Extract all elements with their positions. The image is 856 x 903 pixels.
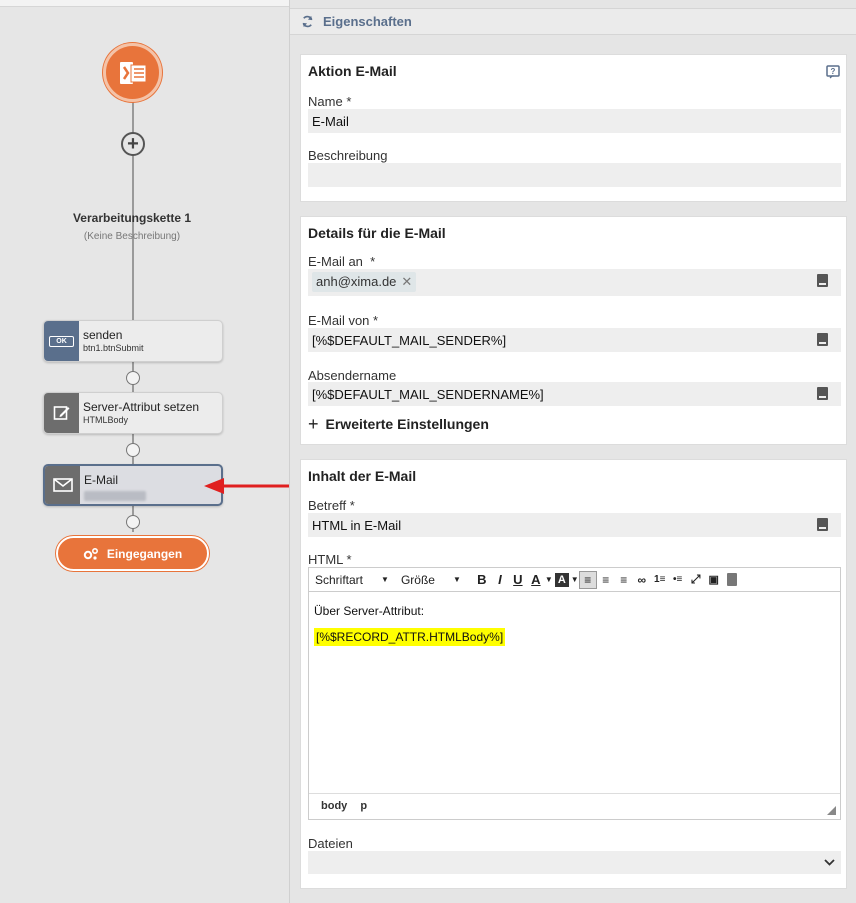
align-center-icon[interactable]: ≡ (597, 571, 615, 589)
font-size-select[interactable]: Größe ▼ (401, 573, 461, 587)
font-family-select[interactable]: Schriftart ▼ (315, 573, 389, 587)
node-connector-dot[interactable] (126, 371, 140, 385)
text-color-icon[interactable]: A (527, 571, 545, 589)
details-card: Details für die E-Mail E-Mail an * anh@x… (300, 216, 847, 445)
mail-icon (45, 466, 80, 504)
html-label: HTML * (308, 552, 352, 567)
files-select[interactable] (308, 851, 841, 874)
resize-handle-icon[interactable] (827, 806, 836, 815)
gears-icon (83, 547, 98, 560)
email-to-input[interactable]: anh@xima.de ✕ (308, 269, 841, 296)
variable-book-icon[interactable] (723, 571, 741, 589)
eingegangen-button[interactable]: Eingegangen (56, 536, 209, 571)
variable-book-icon[interactable] (817, 333, 828, 346)
path-p[interactable]: p (360, 800, 367, 812)
properties-panel: Eigenschaften Aktion E-Mail ? Name * E-M… (289, 0, 856, 903)
variable-book-icon[interactable] (817, 518, 828, 531)
email-from-input[interactable]: [%$DEFAULT_MAIL_SENDER%] (308, 328, 841, 352)
recipient-chip: anh@xima.de ✕ (312, 272, 417, 292)
panel-title: Eigenschaften (323, 14, 412, 29)
editor-statusbar: body p (309, 793, 840, 819)
subject-label: Betreff * (308, 498, 355, 513)
background-color-dropdown[interactable]: ▼ (571, 575, 579, 584)
plus-icon: + (308, 414, 319, 434)
flow-node-email[interactable]: E-Mail (43, 464, 223, 506)
node-sublabel-blurred (84, 491, 146, 501)
highlighted-variable: [%$RECORD_ATTR.HTMLBody%] (314, 628, 506, 646)
card-heading: Inhalt der E-Mail (308, 468, 417, 484)
node-connector-dot[interactable] (126, 443, 140, 457)
add-step-plus-icon[interactable]: + (121, 132, 145, 156)
variable-book-icon[interactable] (817, 274, 828, 287)
bold-icon[interactable]: B (473, 571, 491, 589)
source-code-icon[interactable]: ▣ (705, 571, 723, 589)
background-color-icon[interactable]: A (554, 572, 569, 587)
flow-panel: + Verarbeitungskette 1 (Keine Beschreibu… (0, 0, 290, 903)
annotation-arrow (204, 478, 290, 494)
html-editor: Schriftart ▼ Größe ▼ B I U A ▼ A ▼ ≡ ≡ ≡ ∞… (308, 567, 841, 820)
email-to-label: E-Mail an * (308, 254, 376, 269)
panel-header: Eigenschaften (290, 8, 856, 35)
node-label: E-Mail (84, 473, 119, 487)
node-label: Server-Attribut setzen (83, 400, 200, 414)
description-input[interactable] (308, 163, 841, 187)
refresh-icon[interactable] (301, 15, 314, 28)
description-label: Beschreibung (308, 148, 388, 163)
editor-content[interactable]: Über Server-Attribut: [%$RECORD_ATTR.HTM… (309, 592, 840, 668)
text-color-dropdown[interactable]: ▼ (545, 575, 553, 584)
card-heading: Details für die E-Mail (308, 225, 446, 241)
flow-node-senden[interactable]: OK senden btn1.btnSubmit (43, 320, 223, 362)
ok-button-icon: OK (44, 321, 79, 361)
advanced-settings-toggle[interactable]: + Erweiterte Einstellungen (308, 415, 489, 433)
edit-icon (44, 393, 79, 433)
path-body[interactable]: body (321, 800, 347, 812)
chain-description: (Keine Beschreibung) (83, 231, 181, 242)
variable-book-icon[interactable] (817, 387, 828, 400)
form-logo-icon[interactable] (103, 43, 162, 102)
email-from-label: E-Mail von * (308, 313, 379, 328)
align-left-icon[interactable]: ≡ (578, 570, 597, 589)
help-icon[interactable]: ? (826, 65, 840, 79)
underline-icon[interactable]: U (509, 571, 527, 589)
node-label: senden (83, 328, 123, 342)
numbered-list-icon[interactable]: 1≡ (651, 571, 669, 589)
italic-icon[interactable]: I (491, 571, 509, 589)
files-label: Dateien (308, 836, 353, 851)
svg-text:?: ? (831, 67, 836, 76)
node-sublabel: HTMLBody (83, 415, 129, 425)
node-connector-dot[interactable] (126, 515, 140, 529)
editor-paragraph: Über Server-Attribut: (314, 604, 425, 618)
remove-chip-icon[interactable]: ✕ (401, 274, 412, 289)
end-node-label: Eingegangen (106, 546, 183, 561)
sendername-input[interactable]: [%$DEFAULT_MAIL_SENDERNAME%] (308, 382, 841, 406)
chain-title: Verarbeitungskette 1 (72, 211, 192, 225)
flow-node-server-attribut[interactable]: Server-Attribut setzen HTMLBody (43, 392, 223, 434)
name-label: Name * (308, 94, 352, 109)
link-icon[interactable]: ∞ (633, 571, 651, 589)
card-heading: Aktion E-Mail (308, 63, 397, 79)
editor-toolbar: Schriftart ▼ Größe ▼ B I U A ▼ A ▼ ≡ ≡ ≡ ∞… (309, 568, 840, 592)
name-input[interactable]: E-Mail (308, 109, 841, 133)
top-divider (0, 0, 289, 7)
bullet-list-icon[interactable]: •≡ (669, 571, 687, 589)
chevron-down-icon (824, 859, 835, 866)
fullscreen-icon[interactable]: ⤢ (687, 571, 705, 589)
content-card: Inhalt der E-Mail Betreff * HTML in E-Ma… (300, 459, 847, 889)
align-right-icon[interactable]: ≡ (615, 571, 633, 589)
action-card: Aktion E-Mail ? Name * E-Mail Beschreibu… (300, 54, 847, 202)
sendername-label: Absendername (308, 368, 397, 383)
subject-input[interactable]: HTML in E-Mail (308, 513, 841, 537)
node-sublabel: btn1.btnSubmit (83, 343, 144, 353)
